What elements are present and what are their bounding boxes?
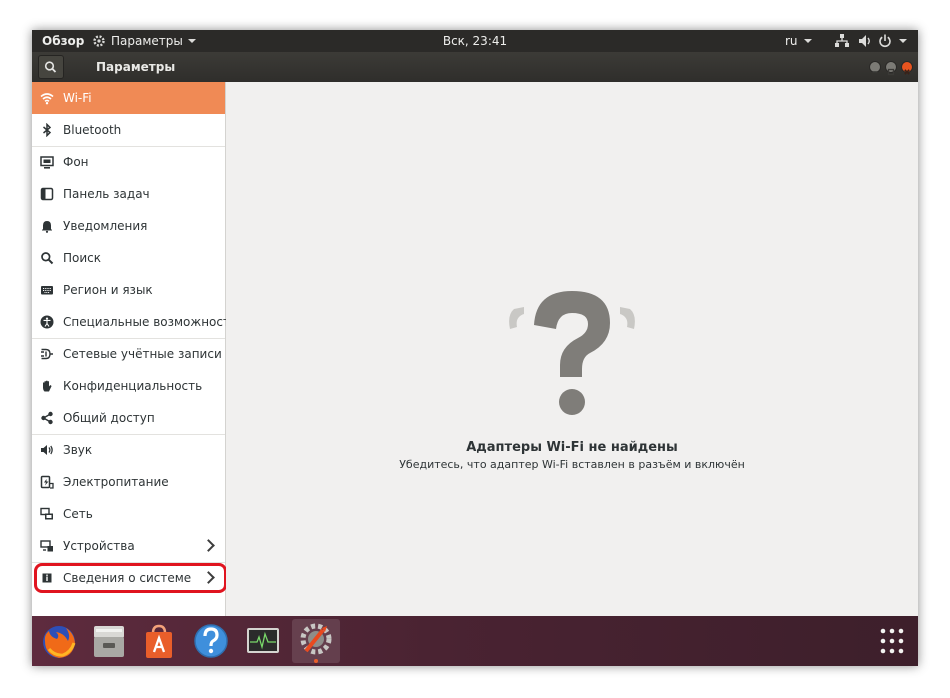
sidebar-item-sound[interactable]: Звук [32, 434, 225, 466]
close-button[interactable] [901, 61, 913, 75]
highlight-frame [34, 563, 227, 593]
language-label: ru [785, 34, 798, 48]
app-grid-icon [880, 628, 904, 654]
sidebar-item-label: Конфиденциальность [63, 379, 203, 393]
dock-app-help[interactable] [189, 619, 233, 663]
sidebar-item-label: Общий доступ [63, 411, 155, 425]
sidebar-item-label: Сеть [63, 507, 93, 521]
sidebar-item-label: Bluetooth [63, 123, 122, 137]
keyboard-icon [41, 286, 53, 295]
accessibility-icon [40, 315, 54, 329]
sidebar-item-bluetooth[interactable]: Bluetooth [32, 114, 225, 146]
sidebar-item-online-accounts[interactable]: Сетевые учётные записи [32, 338, 225, 370]
sidebar-item-label: Wi-Fi [63, 91, 92, 105]
settings-icon [300, 623, 332, 663]
sidebar-item-privacy[interactable]: Конфиденциальность [32, 370, 225, 402]
language-indicator[interactable]: ru [785, 30, 813, 52]
empty-state-title: Адаптеры Wi-Fi не найдены [466, 440, 678, 455]
power-icon [40, 475, 54, 489]
sidebar-item-accessibility[interactable]: Специальные возможности [32, 306, 238, 338]
help-icon [194, 624, 228, 658]
files-icon [94, 626, 124, 657]
desktop-screen: Обзор Параметры Вск, 23:41 ru Параметры … [32, 30, 918, 666]
maximize-icon [887, 68, 895, 76]
sidebar-item-region-language[interactable]: Регион и язык [32, 274, 225, 306]
question-mark-icon [509, 291, 635, 415]
hand-icon [43, 380, 52, 392]
volume-icon[interactable] [858, 30, 872, 52]
sidebar-item-label: Специальные возможности [63, 315, 238, 329]
network-icon [40, 507, 53, 520]
caret-down-icon [804, 39, 813, 43]
dock-icon [40, 187, 54, 201]
sidebar-item-power[interactable]: Электропитание [32, 466, 225, 498]
bell-icon [42, 221, 52, 233]
caret-down-icon[interactable] [898, 30, 908, 52]
software-center-icon [146, 624, 172, 658]
minimize-icon [872, 71, 878, 73]
sidebar: Wi-Fi Bluetooth Фон Панель задач Уведомл… [32, 82, 238, 616]
system-monitor-icon [247, 628, 279, 653]
search-icon [41, 252, 54, 265]
bluetooth-icon [43, 123, 52, 137]
sidebar-item-label: Регион и язык [63, 283, 153, 297]
online-accounts-icon [41, 348, 53, 360]
sidebar-item-network[interactable]: Сеть [32, 498, 225, 530]
minimize-button[interactable] [869, 61, 881, 73]
sidebar-item-devices[interactable]: Устройства [32, 530, 225, 562]
main-panel: Адаптеры Wi-Fi не найдены Убедитесь, что… [226, 82, 918, 616]
dock-app-settings[interactable] [292, 619, 340, 663]
close-icon [904, 69, 910, 75]
sidebar-item-wifi[interactable]: Wi-Fi [32, 82, 225, 114]
header-bar: Параметры [32, 52, 918, 82]
network-status-icon[interactable] [834, 30, 850, 52]
empty-state-subtitle: Убедитесь, что адаптер Wi-Fi вставлен в … [399, 458, 745, 471]
clock-label: Вск, 23:41 [442, 34, 508, 48]
search-button[interactable] [38, 55, 64, 79]
background-icon [40, 156, 54, 169]
sidebar-item-sharing[interactable]: Общий доступ [32, 402, 225, 434]
maximize-button[interactable] [885, 61, 897, 76]
window-title: Параметры [96, 60, 176, 74]
sidebar-item-label: Уведомления [63, 219, 148, 233]
devices-icon [40, 540, 53, 552]
speaker-icon [41, 445, 53, 455]
chevron-right-icon [202, 539, 215, 552]
sidebar-item-label: Электропитание [63, 475, 169, 489]
show-applications-button[interactable] [870, 619, 914, 663]
sidebar-item-notifications[interactable]: Уведомления [32, 210, 225, 242]
power-menu-icon[interactable] [878, 30, 892, 52]
search-icon [44, 61, 57, 73]
dock [32, 616, 918, 666]
sidebar-item-label: Звук [63, 443, 93, 457]
sidebar-item-label: Панель задач [63, 187, 150, 201]
top-bar: Обзор Параметры Вск, 23:41 ru [32, 30, 918, 52]
sidebar-item-label: Сетевые учётные записи [63, 347, 222, 361]
sidebar-item-background[interactable]: Фон [32, 146, 225, 178]
wifi-icon [40, 93, 54, 105]
sidebar-item-dock[interactable]: Панель задач [32, 178, 225, 210]
sidebar-item-label: Поиск [63, 251, 102, 265]
sidebar-item-label: Фон [63, 155, 89, 169]
dock-app-software[interactable] [137, 619, 181, 663]
sidebar-item-label: Устройства [63, 539, 135, 553]
sidebar-item-search[interactable]: Поиск [32, 242, 225, 274]
dock-app-firefox[interactable] [37, 619, 81, 663]
dock-app-files[interactable] [87, 619, 131, 663]
firefox-icon [43, 626, 76, 658]
share-icon [41, 411, 53, 425]
dock-app-system-monitor[interactable] [241, 619, 285, 663]
